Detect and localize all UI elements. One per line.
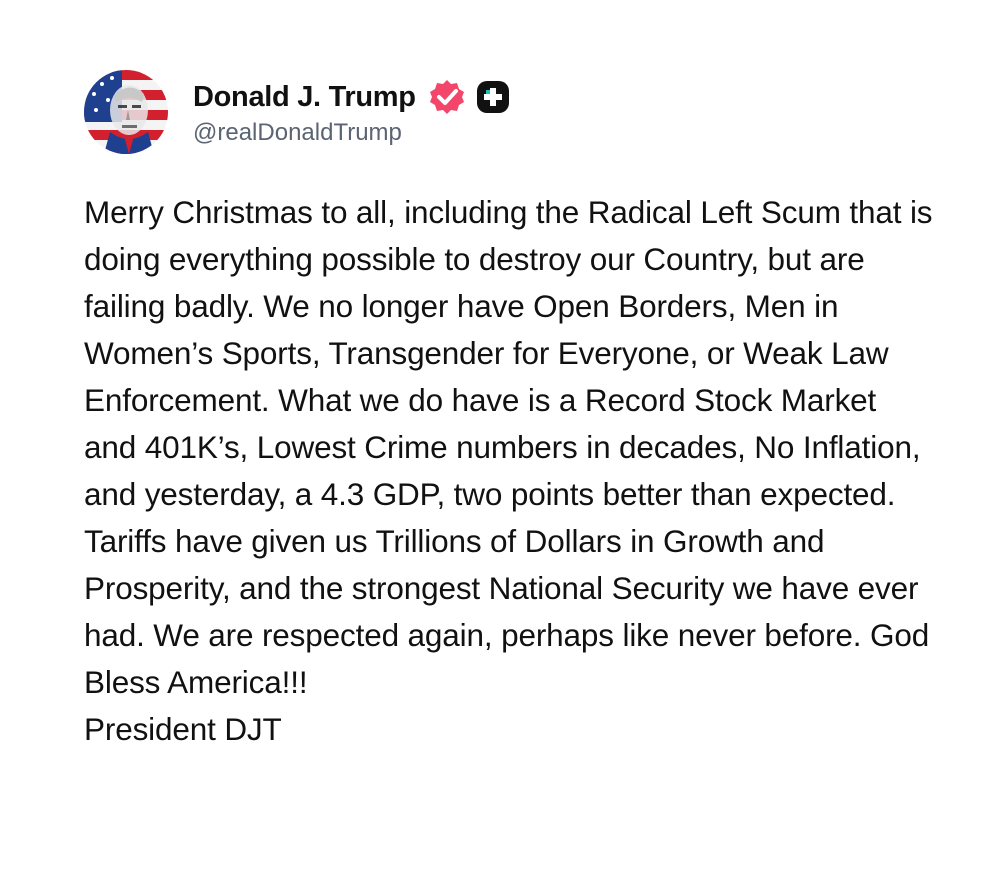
- truth-plus-icon: [476, 80, 510, 114]
- avatar-flag-portrait-icon: [84, 70, 168, 154]
- post-header: Donald J. Trump @realDonaldTrump: [84, 70, 510, 154]
- handle[interactable]: @realDonaldTrump: [193, 119, 510, 147]
- verified-badge-icon: [428, 78, 466, 116]
- avatar[interactable]: [84, 70, 168, 154]
- display-name[interactable]: Donald J. Trump: [193, 81, 416, 114]
- author-identity: Donald J. Trump @realDonaldTrump: [193, 77, 510, 147]
- post-card: Donald J. Trump @realDonaldTrump Merry C…: [0, 0, 998, 879]
- name-row: Donald J. Trump: [193, 77, 510, 117]
- post-body-text: Merry Christmas to all, including the Ra…: [84, 194, 933, 747]
